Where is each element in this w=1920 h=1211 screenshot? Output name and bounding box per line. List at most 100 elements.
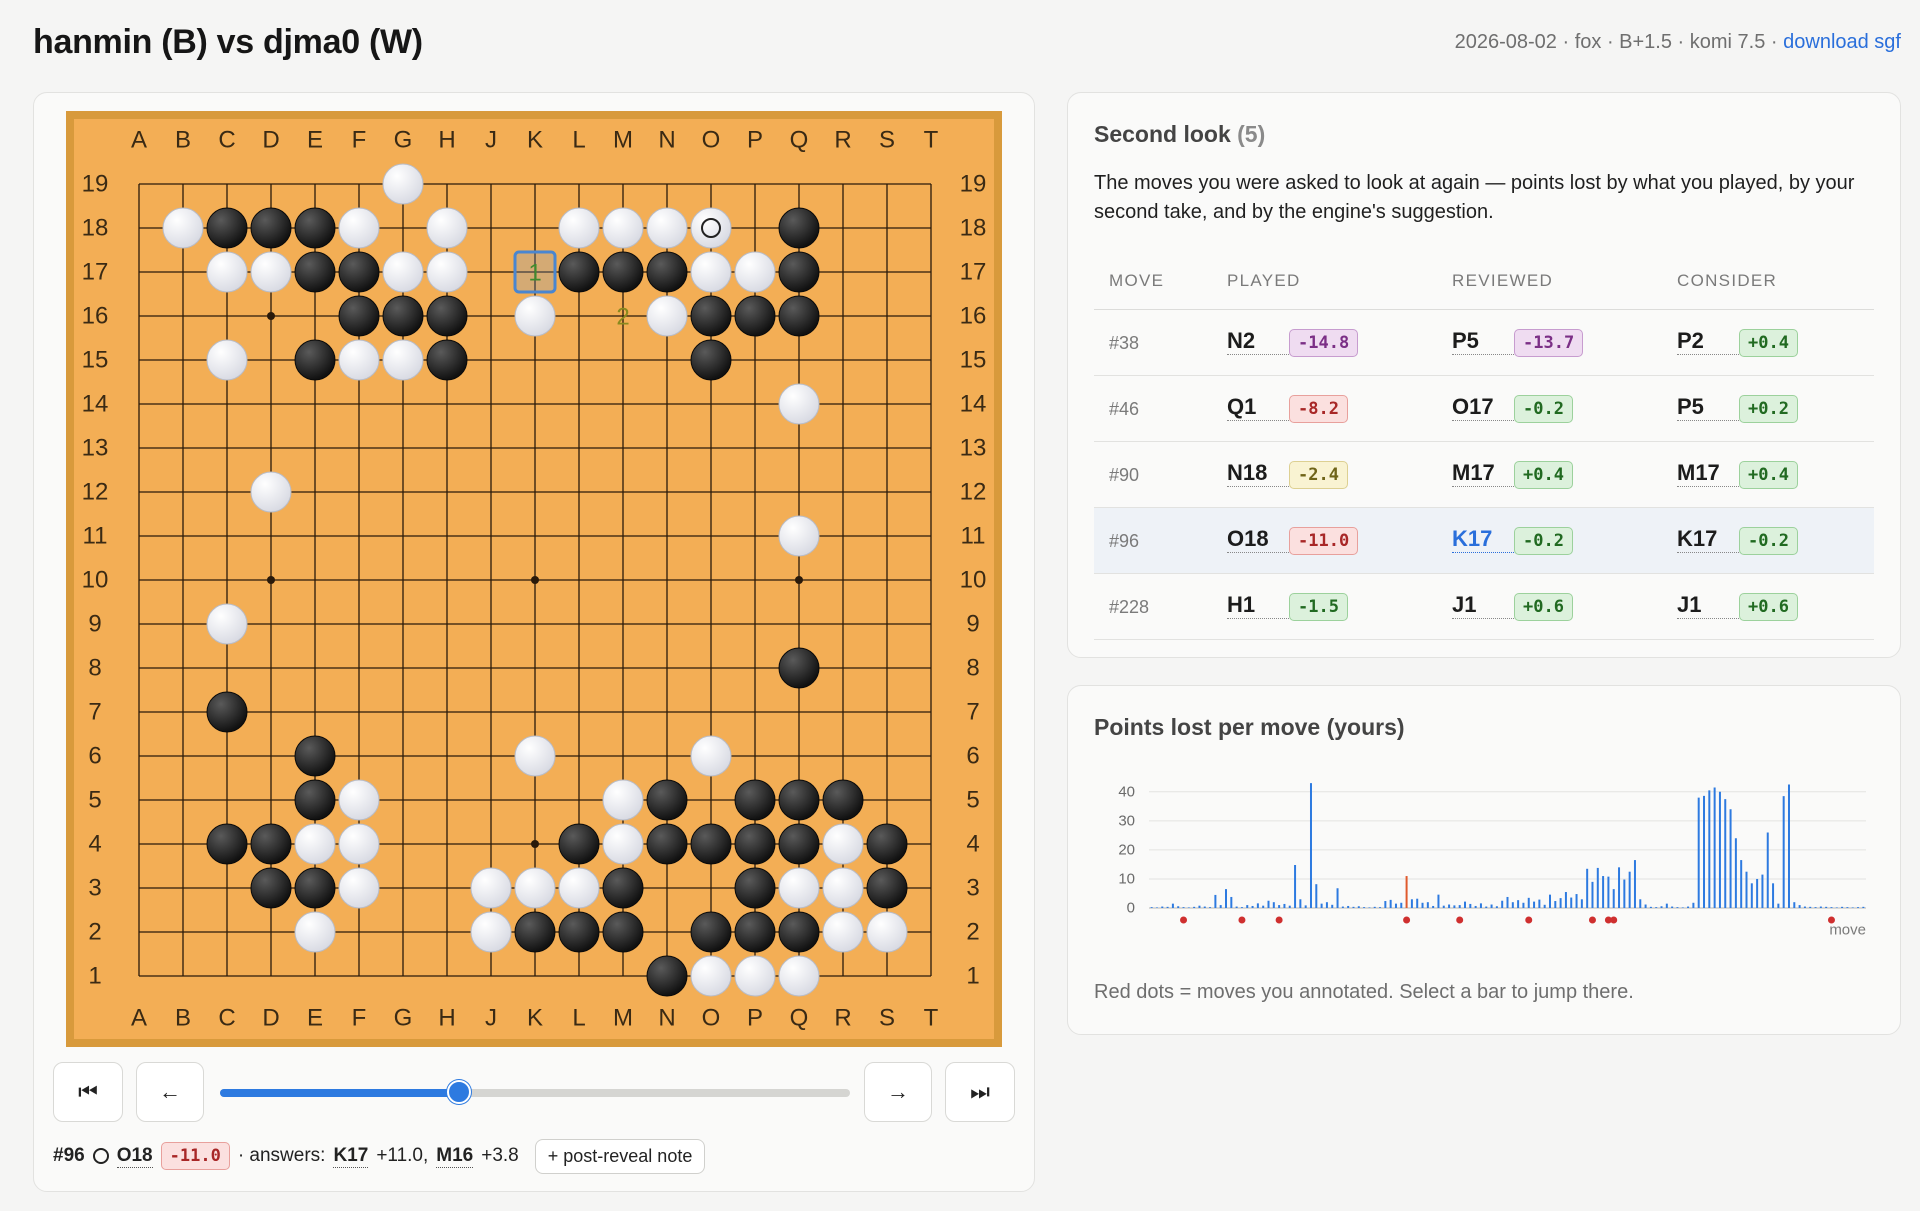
white-stone[interactable] xyxy=(602,779,644,821)
black-stone[interactable] xyxy=(602,911,644,953)
black-stone[interactable] xyxy=(646,955,688,997)
download-sgf-link[interactable]: download sgf xyxy=(1783,31,1901,53)
review-row[interactable]: #228 H1 -1.5 J1 +0.6 J1 +0.6 xyxy=(1094,573,1874,640)
white-stone[interactable] xyxy=(382,163,424,205)
played-coord[interactable]: O18 xyxy=(1227,526,1289,553)
reviewed-coord[interactable]: P5 xyxy=(1452,328,1514,355)
black-stone[interactable] xyxy=(778,911,820,953)
annotation-dot[interactable] xyxy=(1588,916,1596,924)
move-slider[interactable] xyxy=(220,1079,850,1105)
white-stone[interactable] xyxy=(822,911,864,953)
white-stone[interactable] xyxy=(822,867,864,909)
black-stone[interactable] xyxy=(690,911,732,953)
black-stone[interactable] xyxy=(294,867,336,909)
review-row[interactable]: #46 Q1 -8.2 O17 -0.2 P5 +0.2 xyxy=(1094,375,1874,442)
black-stone[interactable] xyxy=(734,779,776,821)
black-stone[interactable] xyxy=(514,911,556,953)
black-stone[interactable] xyxy=(734,867,776,909)
consider-coord[interactable]: P2 xyxy=(1677,328,1739,355)
white-stone[interactable] xyxy=(734,955,776,997)
answer-coord-1[interactable]: K17 xyxy=(333,1145,369,1168)
white-stone[interactable] xyxy=(470,911,512,953)
black-stone[interactable] xyxy=(866,823,908,865)
black-stone[interactable] xyxy=(646,251,688,293)
white-stone[interactable] xyxy=(250,251,292,293)
consider-coord[interactable]: M17 xyxy=(1677,460,1739,487)
reviewed-coord[interactable]: K17 xyxy=(1452,526,1514,553)
black-stone[interactable] xyxy=(778,207,820,249)
black-stone[interactable] xyxy=(690,295,732,337)
black-stone[interactable] xyxy=(778,295,820,337)
black-stone[interactable] xyxy=(382,295,424,337)
annotation-dot[interactable] xyxy=(1275,916,1283,924)
annotation-dot[interactable] xyxy=(1525,916,1533,924)
review-row[interactable]: #90 N18 -2.4 M17 +0.4 M17 +0.4 xyxy=(1094,441,1874,508)
black-stone[interactable] xyxy=(778,779,820,821)
black-stone[interactable] xyxy=(294,207,336,249)
black-stone[interactable] xyxy=(558,251,600,293)
review-row[interactable]: #38 N2 -14.8 P5 -13.7 P2 +0.4 xyxy=(1094,309,1874,376)
black-stone[interactable] xyxy=(294,779,336,821)
black-stone[interactable] xyxy=(778,823,820,865)
played-coord[interactable]: Q1 xyxy=(1227,394,1289,421)
white-stone[interactable] xyxy=(778,955,820,997)
answer-coord-2[interactable]: M16 xyxy=(436,1145,474,1168)
black-stone[interactable] xyxy=(294,251,336,293)
white-stone[interactable] xyxy=(646,207,688,249)
white-stone[interactable] xyxy=(602,207,644,249)
reviewed-coord[interactable]: J1 xyxy=(1452,592,1514,619)
white-stone[interactable] xyxy=(206,603,248,645)
white-stone[interactable] xyxy=(690,251,732,293)
black-stone[interactable] xyxy=(206,691,248,733)
consider-coord[interactable]: J1 xyxy=(1677,592,1739,619)
review-move-number[interactable]: #228 xyxy=(1109,597,1149,617)
review-move-number[interactable]: #46 xyxy=(1109,399,1139,419)
black-stone[interactable] xyxy=(294,735,336,777)
black-stone[interactable] xyxy=(338,251,380,293)
white-stone[interactable] xyxy=(514,735,556,777)
black-stone[interactable] xyxy=(602,251,644,293)
white-stone[interactable] xyxy=(690,955,732,997)
white-stone[interactable] xyxy=(206,251,248,293)
black-stone[interactable] xyxy=(426,339,468,381)
white-stone[interactable] xyxy=(514,295,556,337)
suggestion-marker[interactable]: 2 xyxy=(616,304,629,331)
white-stone[interactable] xyxy=(382,251,424,293)
review-move-number[interactable]: #90 xyxy=(1109,465,1139,485)
annotation-dot[interactable] xyxy=(1403,916,1411,924)
white-stone[interactable] xyxy=(426,207,468,249)
white-stone[interactable] xyxy=(338,779,380,821)
white-stone[interactable] xyxy=(602,823,644,865)
white-stone[interactable] xyxy=(778,867,820,909)
next-move-button[interactable]: → xyxy=(864,1062,932,1122)
black-stone[interactable] xyxy=(426,295,468,337)
white-stone[interactable] xyxy=(646,295,688,337)
white-stone[interactable] xyxy=(470,867,512,909)
white-stone[interactable] xyxy=(866,911,908,953)
white-stone[interactable] xyxy=(250,471,292,513)
white-stone[interactable] xyxy=(778,383,820,425)
black-stone[interactable] xyxy=(250,207,292,249)
white-stone[interactable] xyxy=(338,207,380,249)
black-stone[interactable] xyxy=(734,911,776,953)
black-stone[interactable] xyxy=(734,823,776,865)
post-reveal-note-button[interactable]: + post-reveal note xyxy=(534,1138,706,1174)
first-move-button[interactable]: ⏮ xyxy=(53,1062,123,1122)
white-stone[interactable] xyxy=(426,251,468,293)
white-stone[interactable] xyxy=(822,823,864,865)
consider-coord[interactable]: P5 xyxy=(1677,394,1739,421)
black-stone[interactable] xyxy=(690,339,732,381)
suggestion-marker[interactable]: 1 xyxy=(528,260,541,287)
black-stone[interactable] xyxy=(558,823,600,865)
reviewed-coord[interactable]: O17 xyxy=(1452,394,1514,421)
black-stone[interactable] xyxy=(250,867,292,909)
black-stone[interactable] xyxy=(250,823,292,865)
current-move-coord[interactable]: O18 xyxy=(116,1145,153,1168)
annotation-dot[interactable] xyxy=(1238,916,1246,924)
review-move-number[interactable]: #96 xyxy=(1109,531,1139,551)
played-coord[interactable]: N18 xyxy=(1227,460,1289,487)
black-stone[interactable] xyxy=(294,339,336,381)
white-stone[interactable] xyxy=(338,339,380,381)
consider-coord[interactable]: K17 xyxy=(1677,526,1739,553)
black-stone[interactable] xyxy=(206,207,248,249)
